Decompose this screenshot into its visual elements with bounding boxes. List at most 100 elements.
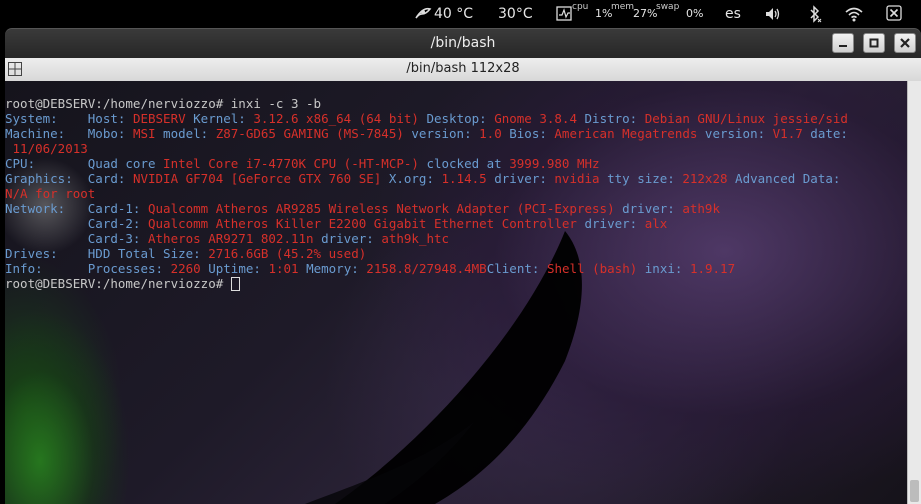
- terminal-text-segment: 1.0: [479, 126, 510, 141]
- terminal-text-segment: 3.12.6 x86_64 (64 bit): [253, 111, 427, 126]
- command-line: root@DEBSERV:/home/nerviozzo# inxi -c 3 …: [5, 96, 848, 111]
- maximize-icon: [869, 38, 879, 48]
- keyboard-layout-indicator[interactable]: es: [725, 0, 741, 28]
- terminal-text-segment: American Megatrends: [554, 126, 705, 141]
- tab-title: /bin/bash 112x28: [406, 61, 520, 76]
- close-button[interactable]: [894, 33, 916, 53]
- terminal-text-segment: Kernel:: [193, 111, 254, 126]
- gpu-temperature: 40 °C: [434, 6, 474, 22]
- terminal-text-segment: DEBSERV: [132, 111, 194, 126]
- terminal-text-segment: ath9k: [682, 201, 720, 216]
- terminal-text-segment: Intel Core i7-4770K CPU (-HT-MCP-): [163, 156, 427, 171]
- cpu-monitor-icon[interactable]: [556, 6, 572, 21]
- terminal-text-segment: 212x28: [682, 171, 736, 186]
- terminal-text-segment: 3999.980 MHz: [509, 156, 600, 171]
- volume-icon[interactable]: [764, 6, 782, 22]
- terminal-tab-bar: /bin/bash 112x28: [5, 58, 921, 82]
- terminal-text-segment: driver:: [622, 201, 683, 216]
- terminal-output[interactable]: root@DEBSERV:/home/nerviozzo# inxi -c 3 …: [5, 81, 921, 504]
- cpu-label: cpu: [572, 2, 589, 12]
- terminal-window: /bin/bash /bin/bash 112x28 root@DEBSERV:…: [5, 28, 921, 504]
- terminal-text-segment: Advanced Data:: [735, 171, 841, 186]
- window-title: /bin/bash: [430, 35, 496, 51]
- terminal-text-segment: Card-2:: [5, 216, 148, 231]
- terminal-text-segment: Z87-GD65 GAMING (MS-7845): [215, 126, 412, 141]
- output-line: System: Host: DEBSERV Kernel: 3.12.6 x86…: [5, 111, 848, 126]
- terminal-text-segment: Card-3:: [5, 231, 148, 246]
- terminal-text-segment: 1:01: [268, 261, 307, 276]
- window-titlebar[interactable]: /bin/bash: [5, 28, 921, 59]
- terminal-scrollbar[interactable]: [907, 81, 921, 504]
- terminal-text-segment: Info: Processes:: [5, 261, 171, 276]
- terminal-text-segment: inxi -c 3 -b: [223, 96, 322, 111]
- minimize-button[interactable]: [832, 33, 854, 53]
- terminal-text-segment: Drives: HDD Total Size:: [5, 246, 209, 261]
- output-line: CPU: Quad core Intel Core i7-4770K CPU (…: [5, 156, 848, 171]
- terminal-text-segment: MSI: [132, 126, 164, 141]
- cpu-usage: 1%: [595, 7, 613, 20]
- terminal-text-segment: root@DEBSERV:/home/nerviozzo#: [5, 276, 231, 291]
- output-line: Graphics: Card: NVIDIA GF704 [GeForce GT…: [5, 171, 848, 186]
- close-icon: [900, 38, 910, 48]
- terminal-text-segment: Qualcomm Atheros AR9285 Wireless Network…: [148, 201, 623, 216]
- terminal-text-segment: 2716.6GB (45.2% used): [208, 246, 367, 261]
- terminal-text-segment: X.org:: [388, 171, 442, 186]
- terminal-text-segment: driver:: [321, 231, 382, 246]
- terminal-text-segment: 2158.8/27948.4MB: [366, 261, 487, 276]
- swap-usage: 0%: [686, 7, 704, 20]
- terminal-text-segment: inxi:: [644, 261, 690, 276]
- terminal-text-segment: clocked at: [426, 156, 510, 171]
- output-line: Card-2: Qualcomm Atheros Killer E2200 Gi…: [5, 216, 848, 231]
- terminal-text-segment: Gnome 3.8.4: [494, 111, 585, 126]
- mem-usage: 27%: [633, 7, 658, 20]
- terminal-text-segment: Distro:: [584, 111, 645, 126]
- terminal-cursor: [230, 277, 240, 291]
- terminal-lines: root@DEBSERV:/home/nerviozzo# inxi -c 3 …: [5, 96, 848, 291]
- terminal-text-segment: Memory:: [306, 261, 367, 276]
- wifi-icon[interactable]: [845, 6, 863, 22]
- terminal-text-segment: nvidia: [554, 171, 608, 186]
- terminal-text-segment: driver:: [494, 171, 555, 186]
- terminal-text-segment: ath9k_htc: [381, 231, 450, 246]
- output-line: N/A for root: [5, 186, 848, 201]
- terminal-text-segment: N/A for root: [5, 186, 96, 201]
- minimize-icon: [839, 45, 847, 47]
- terminal-text-segment: Desktop:: [426, 111, 495, 126]
- prompt-line: root@DEBSERV:/home/nerviozzo#: [5, 276, 848, 291]
- terminal-text-segment: Network: Card-1:: [5, 201, 148, 216]
- output-line: Network: Card-1: Qualcomm Atheros AR9285…: [5, 201, 848, 216]
- terminal-text-segment: root@DEBSERV:/home/nerviozzo#: [5, 96, 224, 111]
- output-line: Drives: HDD Total Size: 2716.6GB (45.2% …: [5, 246, 848, 261]
- output-line: Info: Processes: 2260 Uptime: 1:01 Memor…: [5, 261, 848, 276]
- bluetooth-icon[interactable]: [808, 5, 822, 23]
- terminal-text-segment: alx: [644, 216, 668, 231]
- terminal-text-segment: driver:: [584, 216, 645, 231]
- mem-label: mem: [611, 2, 635, 12]
- terminal-text-segment: NVIDIA GF704 [GeForce GTX 760 SE]: [132, 171, 389, 186]
- terminal-text-segment: Machine: Mobo:: [5, 126, 133, 141]
- terminal-text-segment: 11/06/2013: [5, 141, 88, 156]
- scrollbar-thumb[interactable]: [910, 480, 919, 502]
- terminal-text-segment: tty size:: [607, 171, 683, 186]
- output-line: Machine: Mobo: MSI model: Z87-GD65 GAMIN…: [5, 126, 848, 141]
- terminal-text-segment: V1.7: [772, 126, 811, 141]
- terminal-text-segment: version:: [411, 126, 480, 141]
- maximize-button[interactable]: [863, 33, 885, 53]
- gpu-icon[interactable]: [414, 6, 432, 22]
- terminal-text-segment: 2260: [170, 261, 209, 276]
- output-line: 11/06/2013: [5, 141, 848, 156]
- terminal-text-segment: Shell (bash): [546, 261, 645, 276]
- terminal-text-segment: Atheros AR9271 802.11n: [148, 231, 322, 246]
- terminal-text-segment: CPU: Quad core: [5, 156, 164, 171]
- cpu-temperature: 30°C: [498, 6, 533, 22]
- terminal-text-segment: Debian GNU/Linux jessie/sid: [644, 111, 848, 126]
- swap-label: swap: [656, 2, 680, 12]
- terminal-text-segment: 1.9.17: [689, 261, 736, 276]
- terminal-text-segment: date:: [810, 126, 848, 141]
- top-panel: 40 °C 30°C cpu 1% mem 27% swap 0% es: [0, 0, 921, 28]
- terminal-text-segment: System: Host:: [5, 111, 133, 126]
- terminal-text-segment: 1.14.5: [441, 171, 495, 186]
- close-session-icon[interactable]: [886, 5, 902, 21]
- output-line: Card-3: Atheros AR9271 802.11n driver: a…: [5, 231, 848, 246]
- terminal-text-segment: Qualcomm Atheros Killer E2200 Gigabit Et…: [148, 216, 585, 231]
